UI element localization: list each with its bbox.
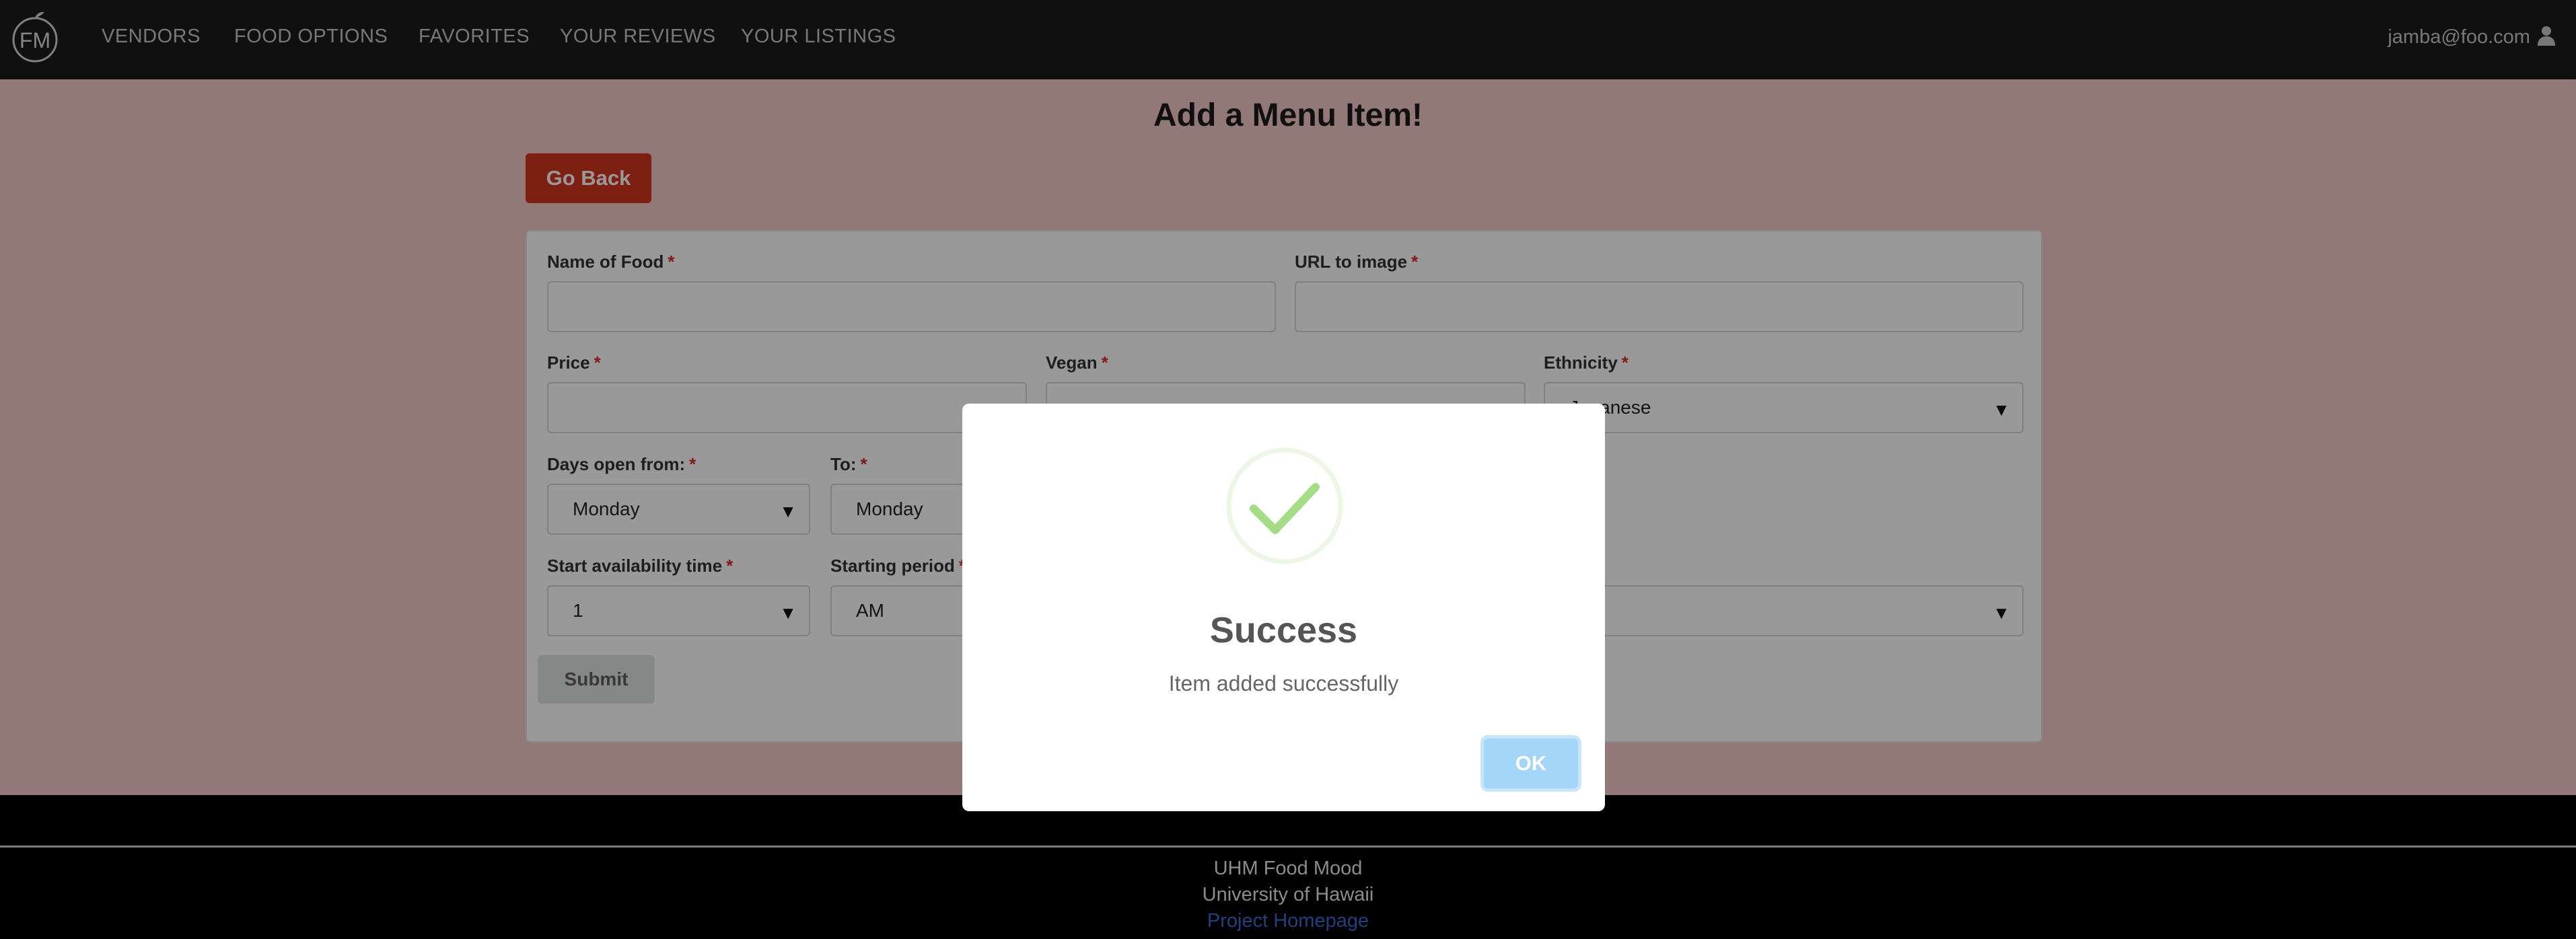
dialog-title: Success xyxy=(1209,610,1358,650)
ok-button[interactable]: OK xyxy=(1484,739,1578,788)
success-dialog: Success Item added successfully OK xyxy=(962,404,1605,811)
checkmark-icon xyxy=(1226,447,1343,564)
dialog-message: Item added successfully xyxy=(1168,671,1399,696)
